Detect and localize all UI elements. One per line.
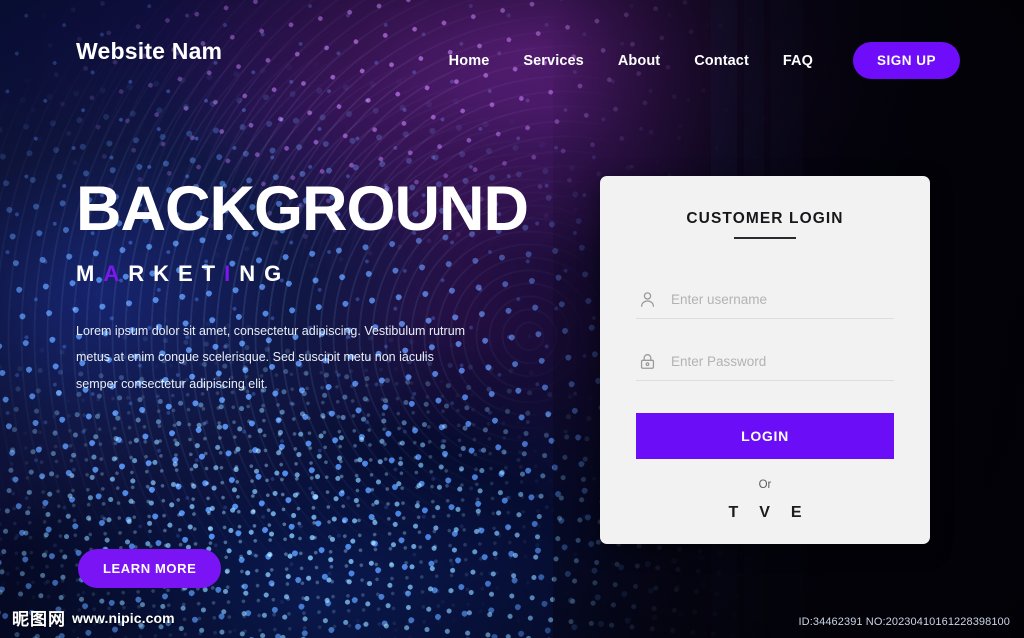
login-button[interactable]: LOGIN <box>636 413 894 459</box>
lock-icon <box>638 352 657 371</box>
hero-paragraph: Lorem ipsum dolor sit amet, consectetur … <box>76 324 466 391</box>
main-navigation: Home Services About Contact FAQ SIGN UP <box>449 40 960 79</box>
watermark: 昵图网 www.nipic.com <box>12 605 175 631</box>
nav-item-about[interactable]: About <box>618 53 660 69</box>
sign-up-button[interactable]: SIGN UP <box>852 42 960 79</box>
nav-item-faq[interactable]: FAQ <box>783 53 813 69</box>
password-input[interactable] <box>671 354 892 369</box>
username-input[interactable] <box>671 292 892 307</box>
hero-subtitle-part-3: RKET <box>128 261 225 286</box>
watermark-logo-text: 昵图网 <box>12 610 66 630</box>
social-login-row: T V E <box>636 505 894 521</box>
hero-title: BACKGROUND <box>76 174 529 244</box>
social-login-twitter[interactable]: T <box>728 505 738 521</box>
password-field-row[interactable] <box>636 343 894 381</box>
nav-item-contact[interactable]: Contact <box>694 53 749 69</box>
learn-more-button[interactable]: LEARN MORE <box>78 549 222 588</box>
customer-login-card: CUSTOMER LOGIN LOGIN Or <box>600 176 930 544</box>
hero-subtitle-part-1: M <box>76 261 104 286</box>
hero-section: BACKGROUND MARKETING Lorem ipsum dolor s… <box>76 178 556 397</box>
watermark-url: www.nipic.com <box>72 609 175 626</box>
nav-item-services[interactable]: Services <box>523 53 583 69</box>
hero-subtitle: MARKETING <box>76 263 556 285</box>
landing-page: Website Nam Home Services About Contact … <box>0 0 1024 638</box>
username-field-row[interactable] <box>636 281 894 319</box>
login-title-divider <box>734 237 796 239</box>
user-icon <box>638 290 657 309</box>
site-header: Website Nam Home Services About Contact … <box>0 0 1024 110</box>
hero-subtitle-part-2: A <box>103 261 129 286</box>
social-login-v[interactable]: V <box>759 505 770 521</box>
stock-id-text: ID:34462391 NO:20230410161228398100 <box>798 616 1010 628</box>
hero-subtitle-part-5: NG <box>239 261 291 286</box>
hero-subtitle-part-4: I <box>224 261 240 286</box>
login-card-title: CUSTOMER LOGIN <box>686 210 844 227</box>
or-separator-label: Or <box>758 479 772 491</box>
site-logo[interactable]: Website Nam <box>76 40 222 63</box>
social-login-e[interactable]: E <box>791 505 802 521</box>
nav-item-home[interactable]: Home <box>449 53 490 69</box>
